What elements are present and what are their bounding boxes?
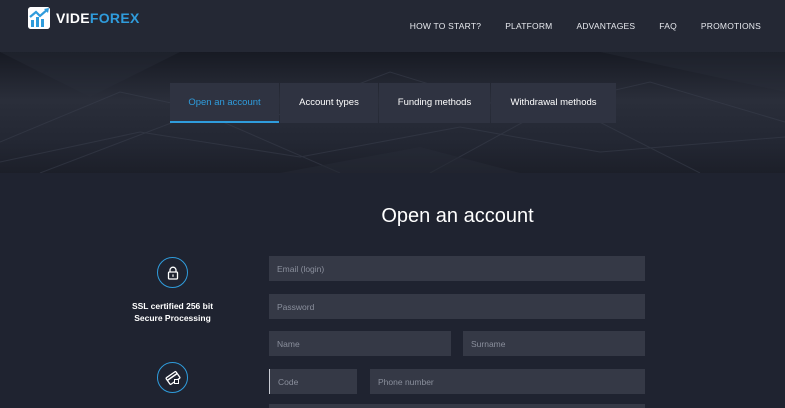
tab-funding-methods[interactable]: Funding methods (379, 83, 490, 123)
phone-number-field[interactable] (370, 369, 645, 394)
brand-name-part2: FOREX (89, 10, 140, 26)
ssl-badge (157, 257, 188, 288)
brand-name-part1: VIDE (56, 10, 90, 26)
page-title: Open an account (381, 205, 534, 227)
main-nav: HOW TO START? PLATFORM ADVANTAGES FAQ PR… (386, 21, 761, 31)
email-field[interactable] (269, 256, 645, 281)
next-field-partial[interactable] (269, 404, 645, 408)
ssl-line-2: Secure Processing (134, 313, 211, 323)
password-field[interactable] (269, 294, 645, 319)
card-icon (165, 370, 180, 385)
nav-faq[interactable]: FAQ (659, 21, 677, 31)
logo-chart-icon (28, 7, 50, 29)
tab-account-types[interactable]: Account types (280, 83, 378, 123)
lock-icon (167, 266, 178, 280)
phone-code-field[interactable] (269, 369, 357, 394)
brand-logo[interactable]: VIDEFOREX (28, 7, 140, 29)
tab-withdrawal-methods[interactable]: Withdrawal methods (491, 83, 616, 123)
surname-field[interactable] (463, 331, 645, 356)
ssl-line-1: SSL certified 256 bit (131, 301, 214, 311)
nav-advantages[interactable]: ADVANTAGES (576, 21, 635, 31)
page: VIDEFOREX HOW TO START? PLATFORM ADVANTA… (0, 0, 785, 408)
tab-open-account[interactable]: Open an account (170, 83, 279, 123)
top-header: VIDEFOREX HOW TO START? PLATFORM ADVANTA… (0, 0, 785, 52)
nav-how-to-start[interactable]: HOW TO START? (410, 21, 481, 31)
name-field[interactable] (269, 331, 451, 356)
nav-platform[interactable]: PLATFORM (505, 21, 552, 31)
ssl-caption: SSL certified 256 bit Secure Processing (110, 300, 235, 324)
nav-promotions[interactable]: PROMOTIONS (701, 21, 761, 31)
hero-banner: Open an account Account types Funding me… (0, 52, 785, 173)
account-tabs: Open an account Account types Funding me… (170, 83, 617, 123)
brand-name: VIDEFOREX (56, 7, 140, 29)
payment-badge (157, 362, 188, 393)
